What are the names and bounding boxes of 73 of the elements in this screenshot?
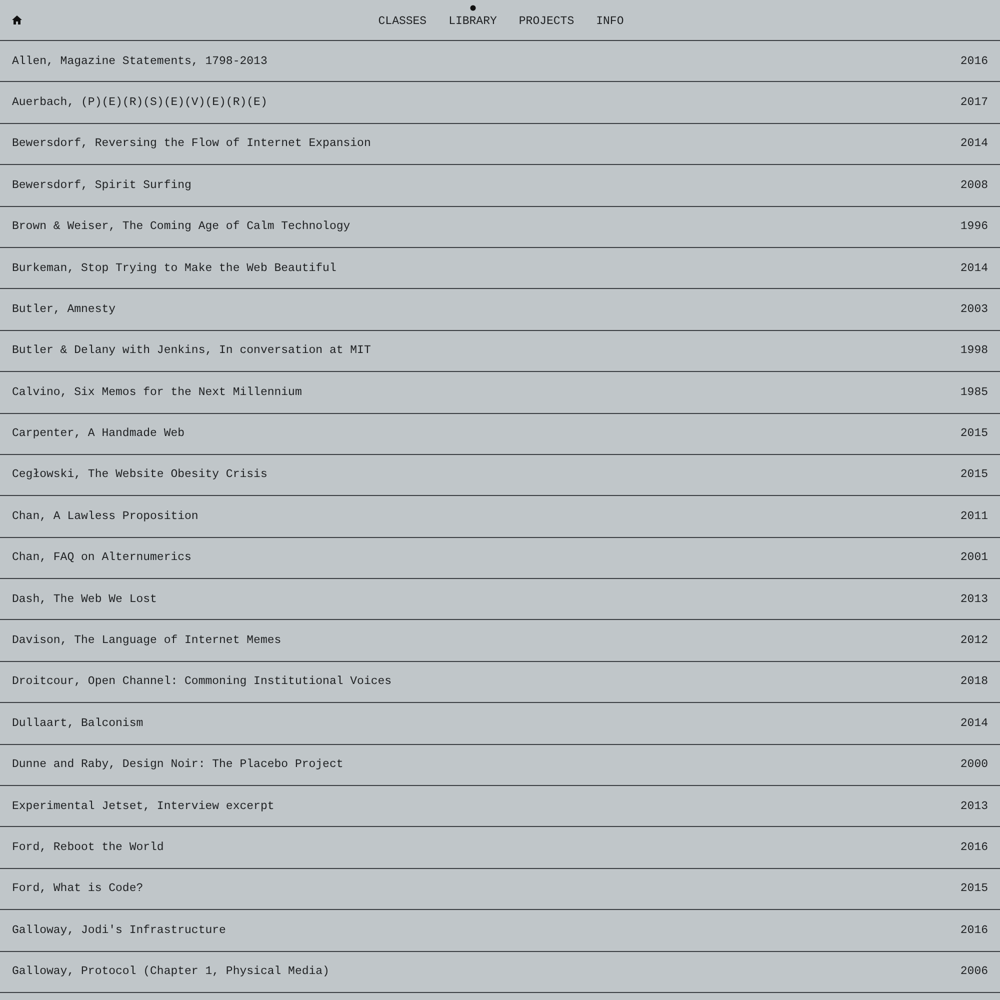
- library-row[interactable]: Butler & Delany with Jenkins, In conversation at MIT 1998: [0, 330, 1000, 372]
- library-row[interactable]: Dash, The Web We Lost 2013: [0, 579, 1000, 620]
- entry-title: Dullaart, Balconism: [12, 716, 144, 732]
- library-row[interactable]: Allen, Magazine Statements, 1798-2013 2016: [0, 41, 1000, 82]
- library-row[interactable]: Bewersdorf, Reversing the Flow of Internet Expansion 2014: [0, 124, 1000, 166]
- library-row[interactable]: Davison, The Language of Internet Memes 2012: [0, 620, 1000, 662]
- entry-title: Galloway, Jodi's Infrastructure: [12, 922, 226, 939]
- entry-title: Cegłowski, The Website Obesity Crisis: [12, 467, 268, 484]
- entry-year: 2006: [960, 964, 988, 980]
- library-row[interactable]: Chan, FAQ on Alternumerics 2001: [0, 538, 1000, 580]
- entry-year: 2003: [960, 302, 988, 318]
- entry-title: Ford, What is Code?: [12, 881, 144, 898]
- library-row[interactable]: Brown & Weiser, The Coming Age of Calm Technology 1996: [0, 206, 1000, 248]
- library-row[interactable]: Dunne and Raby, Design Noir: The Placebo Project 2000: [0, 744, 1000, 786]
- entry-year: 2014: [960, 136, 988, 152]
- home-icon[interactable]: [12, 15, 22, 25]
- entry-year: 2014: [960, 716, 988, 732]
- entry-title: Bewersdorf, Reversing the Flow of Internet Expansion: [12, 136, 371, 152]
- nav-tab[interactable]: CLASSES: [378, 0, 427, 30]
- entry-title: Bewersdorf, Spirit Surfing: [12, 178, 192, 194]
- library-row[interactable]: Droitcour, Open Channel: Commoning Institutional Voices 2018: [0, 662, 1000, 704]
- entry-year: 2000: [960, 757, 988, 774]
- entry-year: 2013: [960, 592, 988, 608]
- library-row[interactable]: Cegłowski, The Website Obesity Crisis 2015: [0, 454, 1000, 496]
- library-row[interactable]: Chan, A Lawless Proposition 2011: [0, 496, 1000, 538]
- entry-year: 2016: [960, 922, 988, 939]
- entry-year: 2016: [960, 54, 988, 70]
- entry-year: 2014: [960, 260, 988, 277]
- entry-title: Dunne and Raby, Design Noir: The Placebo Project: [12, 757, 344, 774]
- library-row[interactable]: Dullaart, Balconism 2014: [0, 703, 1000, 745]
- library-row[interactable]: Butler, Amnesty 2003: [0, 289, 1000, 331]
- entry-year: 2017: [960, 94, 988, 111]
- entry-title: Dash, The Web We Lost: [12, 592, 157, 608]
- entry-year: 2015: [960, 881, 988, 898]
- library-row[interactable]: Experimental Jetset, Interview excerpt 2013: [0, 786, 1000, 828]
- entry-title: Chan, A Lawless Proposition: [12, 508, 198, 525]
- entry-title: Experimental Jetset, Interview excerpt: [12, 798, 274, 815]
- entry-year: 1996: [960, 219, 988, 236]
- entry-title: Droitcour, Open Channel: Commoning Institutional Voices: [12, 674, 392, 690]
- entry-year: 2016: [960, 840, 988, 856]
- entry-year: 2015: [960, 426, 988, 442]
- nav-tab[interactable]: INFO: [596, 0, 624, 30]
- entry-year: 2008: [960, 178, 988, 194]
- entry-title: Auerbach, (P)(E)(R)(S)(E)(V)(E)(R)(E): [12, 94, 268, 111]
- entry-title: Butler, Amnesty: [12, 302, 116, 318]
- entry-title: Ford, Reboot the World: [12, 840, 164, 856]
- library-row[interactable]: Calvino, Six Memos for the Next Millennium 1985: [0, 372, 1000, 414]
- entry-year: 1985: [960, 384, 988, 401]
- library-row[interactable]: Ford, Reboot the World 2016: [0, 827, 1000, 869]
- entry-title: Galloway, Protocol (Chapter 1, Physical Media): [12, 964, 330, 980]
- library-row[interactable]: Auerbach, (P)(E)(R)(S)(E)(V)(E)(R)(E) 2017: [0, 82, 1000, 124]
- entry-title: Calvino, Six Memos for the Next Millennium: [12, 384, 302, 401]
- library-row[interactable]: Galloway, Protocol (Chapter 1, Physical Media) 2006: [0, 952, 1000, 993]
- library-row[interactable]: Bewersdorf, Spirit Surfing 2008: [0, 165, 1000, 207]
- nav-tab[interactable]: PROJECTS: [518, 0, 574, 30]
- entry-title: Brown & Weiser, The Coming Age of Calm Technology: [12, 219, 350, 236]
- library-row[interactable]: Galloway, Jodi's Infrastructure 2016: [0, 910, 1000, 952]
- entry-year: 2018: [960, 674, 988, 690]
- entry-title: Carpenter, A Handmade Web: [12, 426, 185, 442]
- entry-title: Allen, Magazine Statements, 1798-2013: [12, 54, 268, 70]
- library-row[interactable]: Burkeman, Stop Trying to Make the Web Beautiful 2014: [0, 248, 1000, 290]
- entry-title: Davison, The Language of Internet Memes: [12, 633, 282, 650]
- entry-title: Chan, FAQ on Alternumerics: [12, 550, 192, 566]
- entry-year: 1998: [960, 343, 988, 360]
- entry-year: 2001: [960, 550, 988, 566]
- entry-year: 2013: [960, 798, 988, 815]
- entry-year: 2012: [960, 633, 988, 650]
- library-row[interactable]: Ford, What is Code? 2015: [0, 868, 1000, 910]
- library-row[interactable]: Carpenter, A Handmade Web 2015: [0, 414, 1000, 455]
- entry-year: 2011: [960, 508, 988, 525]
- entry-year: 2015: [960, 467, 988, 484]
- entry-title: Burkeman, Stop Trying to Make the Web Beautiful: [12, 260, 336, 277]
- entry-title: Butler & Delany with Jenkins, In conversation at MIT: [12, 343, 371, 360]
